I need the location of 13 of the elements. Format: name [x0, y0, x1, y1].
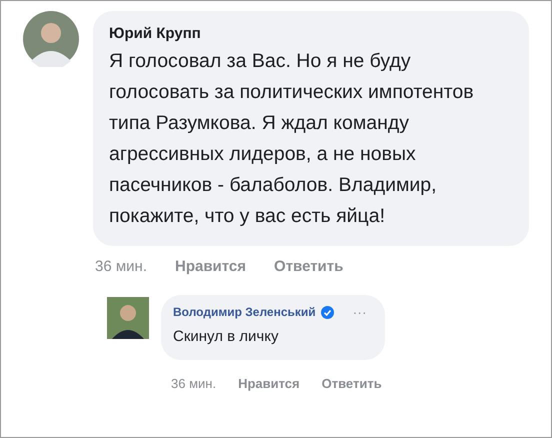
author-name[interactable]: Юрий Крупп [109, 25, 505, 42]
comment-text: Я голосовал за Вас. Но я не буду голосовать за политических импотентов типа Разумкова. Я ждал команду агрессивных лидеров, а не новых пасечников - балаболов. Владимир, покажите, что у вас есть яйца! [109, 49, 475, 229]
timestamp: 36 мин. [171, 376, 216, 391]
more-button[interactable]: ··· [352, 304, 367, 320]
avatar [107, 297, 149, 339]
like-link[interactable]: Нравится [238, 376, 300, 391]
timestamp: 36 мин. [95, 258, 147, 275]
reply-text: Скинул в личку [173, 327, 280, 347]
author-name[interactable]: Володимир Зеленський [173, 305, 316, 319]
avatar [23, 11, 79, 67]
reply-link[interactable]: Ответить [274, 258, 344, 275]
like-link[interactable]: Нравится [175, 258, 246, 275]
reply-link[interactable]: Ответить [322, 376, 382, 391]
